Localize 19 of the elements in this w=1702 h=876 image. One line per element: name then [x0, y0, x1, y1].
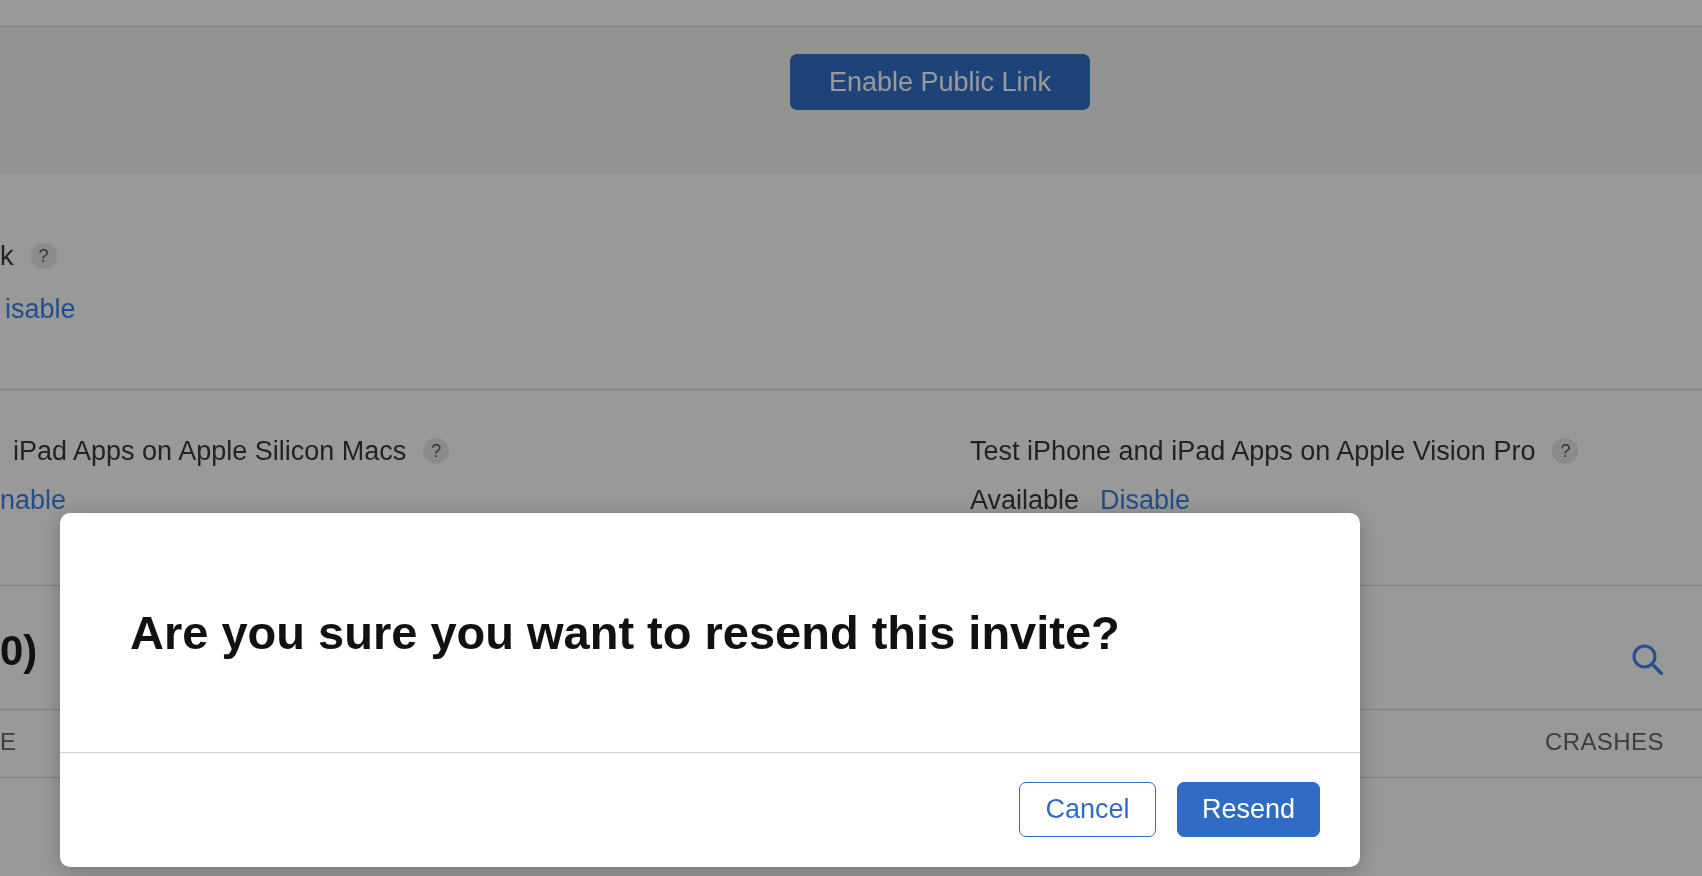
cancel-button[interactable]: Cancel [1018, 782, 1156, 837]
help-button[interactable]: ? [1552, 438, 1579, 464]
toggle-link[interactable]: nable [0, 489, 67, 511]
setting-title: k [0, 240, 14, 273]
toggle-link[interactable]: Disable [1100, 489, 1191, 511]
setting-title: iPad Apps on Apple Silicon Macs [13, 435, 407, 468]
resend-button[interactable]: Resend [1176, 782, 1320, 837]
column-header: CRASHES [1545, 727, 1664, 757]
status-text: Available [970, 489, 1080, 511]
section-heading: 0) [0, 626, 38, 676]
help-button[interactable]: ? [30, 243, 57, 269]
search-button[interactable] [1632, 644, 1663, 675]
setting-title: Test iPhone and iPad Apps on Apple Vision Pro [970, 435, 1536, 468]
search-icon [1632, 644, 1663, 675]
dialog-title: Are you sure you want to resend this invite? [130, 604, 1120, 661]
enable-public-link-button[interactable]: Enable Public Link [790, 54, 1090, 110]
help-button[interactable]: ? [423, 438, 450, 464]
column-header: E [0, 727, 17, 757]
toggle-link[interactable]: isable [5, 292, 76, 326]
